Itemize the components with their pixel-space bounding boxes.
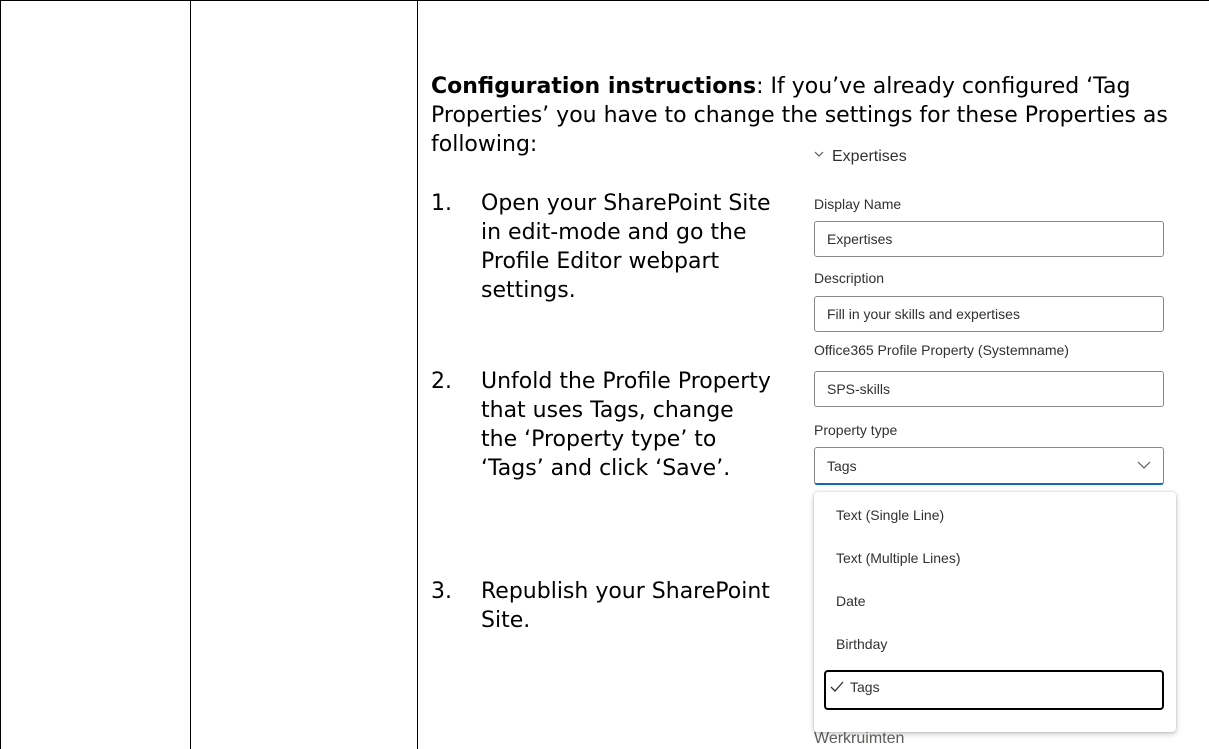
configuration-heading: Configuration instructions bbox=[431, 74, 757, 99]
option-text-single-line[interactable]: Text (Single Line) bbox=[824, 498, 1164, 534]
table-column-divider-1 bbox=[190, 0, 191, 749]
property-settings-panel: Expertises Display Name Expertises Descr… bbox=[800, 140, 1180, 744]
step-text: Republish your SharePoint Site. bbox=[481, 579, 770, 633]
option-tags-label: Tags bbox=[850, 679, 880, 695]
chevron-down-icon bbox=[1137, 461, 1151, 469]
property-type-dropdown[interactable]: Tags bbox=[814, 447, 1164, 485]
checkmark-icon bbox=[830, 681, 844, 692]
step-number: 3. bbox=[431, 579, 452, 604]
property-type-label: Property type bbox=[814, 422, 898, 438]
option-text-multiple-lines[interactable]: Text (Multiple Lines) bbox=[824, 541, 1164, 577]
next-section-peek: Werkruimten bbox=[814, 730, 905, 744]
step-text: Unfold the Profile Property that uses Ta… bbox=[481, 369, 771, 481]
display-name-field[interactable]: Expertises bbox=[814, 221, 1164, 257]
section-title: Expertises bbox=[832, 148, 907, 165]
property-type-listbox: Text (Single Line) Text (Multiple Lines)… bbox=[814, 492, 1176, 732]
description-label: Description bbox=[814, 270, 885, 286]
description-field[interactable]: Fill in your skills and expertises bbox=[814, 296, 1164, 332]
table-top-border bbox=[0, 0, 1209, 1]
step-text: Open your SharePoint Site in edit-mode a… bbox=[481, 191, 771, 303]
display-name-label: Display Name bbox=[814, 196, 902, 212]
system-name-label: Office365 Profile Property (Systemname) bbox=[814, 342, 1069, 358]
section-header-expertises[interactable]: Expertises bbox=[814, 148, 907, 166]
table-border-left bbox=[0, 0, 1, 749]
chevron-down-icon bbox=[814, 151, 824, 157]
option-date[interactable]: Date bbox=[824, 584, 1164, 620]
property-type-value: Tags bbox=[827, 458, 857, 474]
table-column-divider-2 bbox=[417, 0, 418, 749]
option-birthday[interactable]: Birthday bbox=[824, 627, 1164, 663]
system-name-field[interactable]: SPS-skills bbox=[814, 371, 1164, 407]
step-number: 1. bbox=[431, 191, 452, 216]
option-tags[interactable]: Tags bbox=[824, 670, 1164, 710]
step-number: 2. bbox=[431, 369, 452, 394]
